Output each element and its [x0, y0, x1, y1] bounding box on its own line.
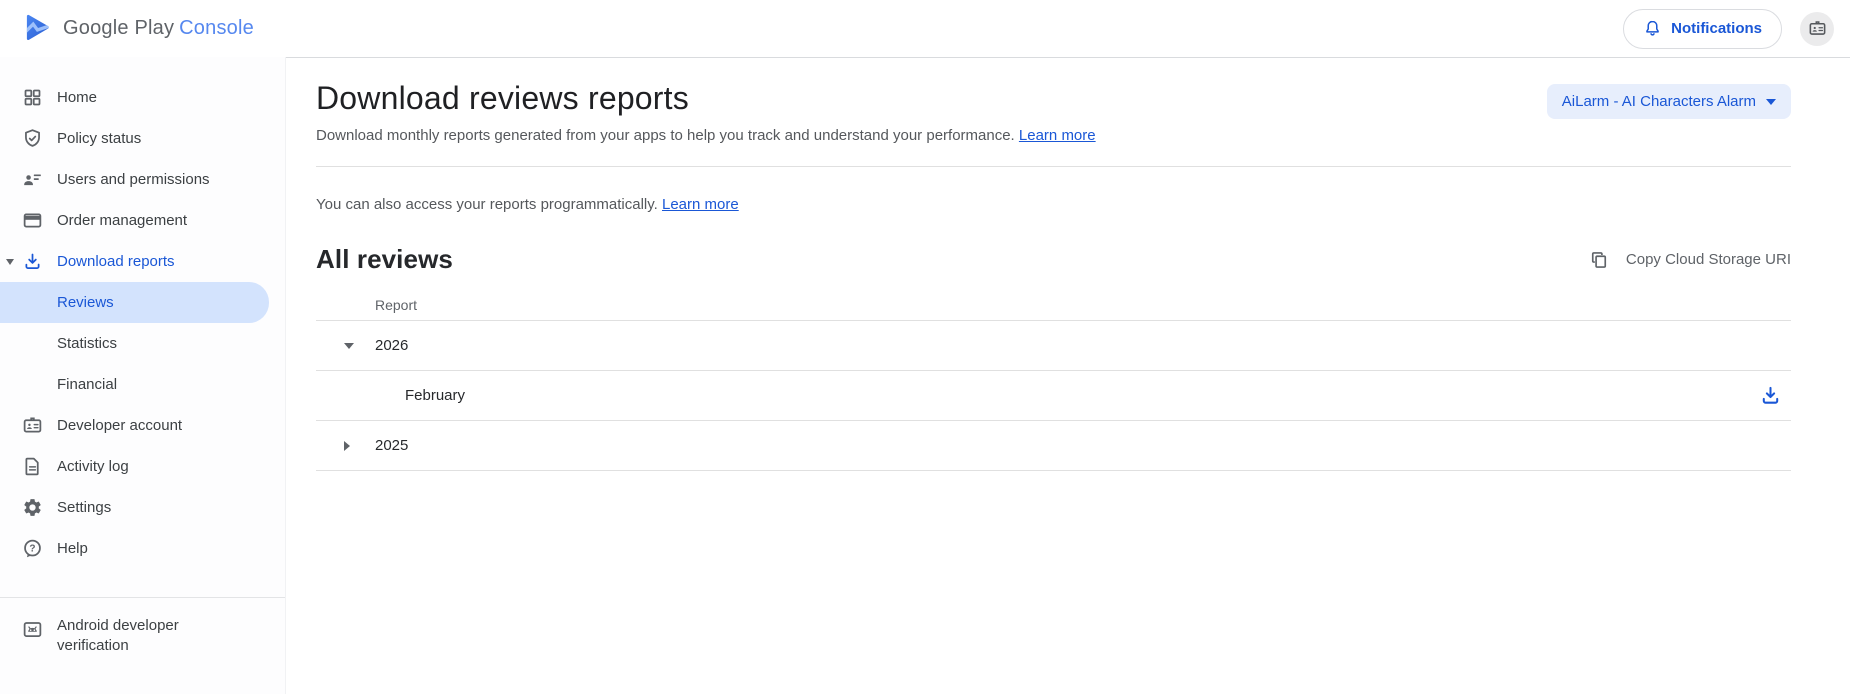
logo-google-play-text: Google Play	[63, 17, 175, 39]
gear-icon	[21, 497, 43, 519]
table-row-year-2026[interactable]: 2026	[316, 321, 1791, 371]
app-selector-label: AiLarm - AI Characters Alarm	[1561, 93, 1756, 110]
sidebar-item-statistics[interactable]: Statistics	[0, 323, 285, 364]
subtitle-text: Download monthly reports generated from …	[316, 127, 1015, 144]
sidebar-item-label: Order management	[57, 212, 188, 229]
reports-table: Report 2026 February 2025	[316, 290, 1791, 471]
table-row-month-february[interactable]: February	[316, 371, 1791, 421]
sidebar-item-policy-status[interactable]: Policy status	[0, 118, 285, 159]
sidebar-item-label: Activity log	[57, 458, 129, 475]
android-icon	[21, 618, 43, 640]
download-report-button[interactable]	[1759, 384, 1782, 407]
chevron-down-icon[interactable]	[6, 259, 14, 265]
play-triangle-icon	[24, 14, 51, 43]
programmatic-learn-more-link[interactable]: Learn more	[662, 196, 739, 213]
sidebar-item-settings[interactable]: Settings	[0, 487, 285, 528]
row-label: February	[405, 387, 466, 404]
sidebar-item-label: Users and permissions	[57, 171, 210, 188]
triangle-right-icon	[344, 440, 350, 451]
sidebar-item-help[interactable]: ? Help	[0, 528, 285, 569]
help-icon: ?	[21, 538, 43, 560]
top-app-bar: Google Play Console Notifications	[0, 0, 1850, 57]
sidebar-item-label: Home	[57, 89, 98, 106]
learn-more-link[interactable]: Learn more	[1019, 127, 1096, 144]
users-icon	[21, 169, 43, 191]
shield-check-icon	[21, 128, 43, 150]
copy-button-label: Copy Cloud Storage URI	[1625, 251, 1791, 268]
sidebar-item-reviews[interactable]: Reviews	[0, 282, 269, 323]
sidebar-item-label: Statistics	[57, 335, 118, 352]
download-icon	[1759, 384, 1782, 407]
collapse-toggle[interactable]	[344, 342, 375, 349]
table-row-year-2025[interactable]: 2025	[316, 421, 1791, 471]
badge-icon	[21, 415, 43, 437]
chevron-down-icon	[1766, 98, 1776, 105]
row-label: 2025	[375, 437, 409, 454]
sidebar-item-home[interactable]: Home	[0, 77, 285, 118]
logo-wordmark: Google Play Console	[63, 17, 254, 40]
copy-icon	[1589, 250, 1609, 270]
main-content: AiLarm - AI Characters Alarm Download re…	[286, 57, 1850, 694]
triangle-down-icon	[344, 342, 354, 349]
download-icon	[21, 251, 43, 273]
grid-icon	[21, 87, 43, 109]
sidebar-item-users-and-permissions[interactable]: Users and permissions	[0, 159, 285, 200]
payment-card-icon	[21, 210, 43, 232]
section-divider	[316, 166, 1791, 167]
column-header-report: Report	[375, 297, 418, 313]
sidebar-divider	[0, 597, 285, 598]
row-label: 2026	[375, 337, 409, 354]
notifications-label: Notifications	[1671, 20, 1762, 37]
logo-console-text: Console	[179, 17, 254, 39]
sidebar-item-label: Financial	[57, 376, 118, 393]
sidebar-item-label: Policy status	[57, 130, 142, 147]
section-title: All reviews	[316, 244, 453, 274]
account-button[interactable]	[1800, 11, 1834, 46]
page-subtitle: Download monthly reports generated from …	[316, 127, 1791, 144]
sidebar-item-label: Download reports	[57, 253, 175, 270]
sidebar-item-label: Reviews	[57, 294, 114, 311]
sidebar-item-label: Settings	[57, 499, 112, 516]
table-header-row: Report	[316, 290, 1791, 321]
all-reviews-header: All reviews Copy Cloud Storage URI	[316, 244, 1791, 275]
sidebar-item-label: Android developer verification	[57, 617, 179, 655]
google-play-console-logo[interactable]: Google Play Console	[24, 14, 254, 43]
expand-toggle[interactable]	[344, 440, 375, 451]
programmatic-access-text: You can also access your reports program…	[316, 196, 1791, 213]
notifications-button[interactable]: Notifications	[1623, 8, 1782, 49]
app-selector-dropdown[interactable]: AiLarm - AI Characters Alarm	[1546, 84, 1791, 119]
copy-cloud-storage-uri-button[interactable]: Copy Cloud Storage URI	[1589, 250, 1791, 270]
sidebar-item-label: Help	[57, 540, 88, 557]
sidebar-item-developer-account[interactable]: Developer account	[0, 405, 285, 446]
sidebar-item-android-developer-verification[interactable]: Android developer verification	[0, 608, 285, 657]
programmatic-text: You can also access your reports program…	[316, 196, 658, 213]
badge-icon	[1808, 19, 1827, 38]
svg-text:?: ?	[29, 544, 35, 555]
sidebar-item-label: Developer account	[57, 417, 183, 434]
sidebar-item-order-management[interactable]: Order management	[0, 200, 285, 241]
sidebar-nav: Home Policy status Users and permissions	[0, 57, 286, 694]
bell-icon	[1643, 19, 1662, 38]
sidebar-item-financial[interactable]: Financial	[0, 364, 285, 405]
sidebar-item-activity-log[interactable]: Activity log	[0, 446, 285, 487]
document-icon	[21, 456, 43, 478]
sidebar-item-download-reports[interactable]: Download reports	[0, 241, 285, 282]
